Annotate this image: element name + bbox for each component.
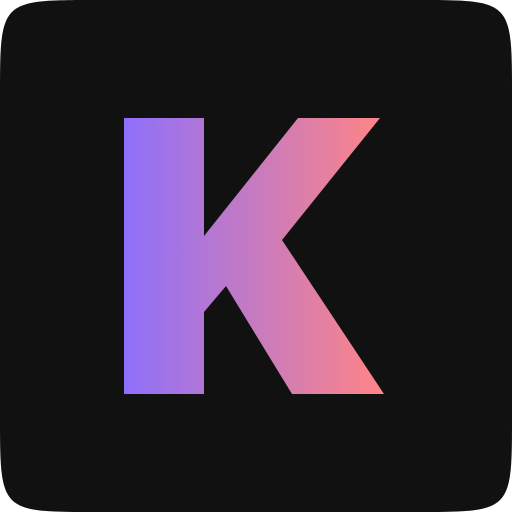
app-icon: K <box>0 0 512 512</box>
app-logo-svg: K <box>0 0 512 512</box>
